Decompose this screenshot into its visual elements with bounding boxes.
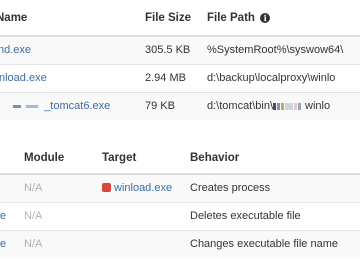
behavior-cell: Deletes executable file bbox=[190, 210, 301, 222]
column-header-file-path-label: File Path bbox=[207, 11, 255, 24]
file-path-cell: d:\backup\localproxy\winlo bbox=[207, 72, 336, 84]
file-size-cell: 2.94 MB bbox=[145, 72, 186, 84]
target-cell: winload.exe bbox=[102, 174, 190, 202]
column-header-target[interactable]: Target bbox=[102, 142, 190, 175]
module-cell: N/A bbox=[24, 182, 43, 195]
file-path-cell: d:\tomcat\bin\ winlo bbox=[207, 92, 360, 120]
file-name-link[interactable]: nd.exe bbox=[0, 44, 31, 56]
table-row: e N/A Changes executable file name bbox=[0, 230, 360, 258]
files-table: Name File Size File Path i nd.exe 305.5 … bbox=[0, 0, 360, 120]
redacted-mark bbox=[277, 102, 281, 110]
column-header-name[interactable]: Name bbox=[0, 0, 145, 37]
actor-link[interactable]: e bbox=[0, 238, 6, 250]
red-square-icon bbox=[102, 183, 111, 193]
table-row: e N/A Deletes executable file bbox=[0, 202, 360, 230]
file-size-cell: 79 KB bbox=[145, 100, 175, 113]
behavior-cell: Creates process bbox=[190, 182, 271, 195]
actor-cell: e bbox=[0, 230, 24, 258]
redacted-mark bbox=[281, 102, 285, 110]
file-name-link[interactable]: nload.exe bbox=[0, 72, 47, 84]
behavior-table: Module Target Behavior N/A winload.exe C… bbox=[0, 142, 360, 258]
target-cell bbox=[102, 230, 190, 258]
column-header-module[interactable]: Module bbox=[24, 142, 102, 175]
column-header-target-label: Target bbox=[102, 151, 137, 164]
target-cell bbox=[102, 202, 190, 230]
actor-link[interactable]: e bbox=[0, 210, 6, 222]
column-header-behavior-label: Behavior bbox=[190, 151, 240, 164]
file-path-text: d:\tomcat\bin\ bbox=[207, 100, 274, 113]
file-path-cell: %SystemRoot%\syswow64\ bbox=[207, 44, 344, 57]
redacted-mark bbox=[294, 102, 298, 110]
info-icon[interactable]: i bbox=[260, 12, 271, 23]
column-header-behavior[interactable]: Behavior bbox=[190, 142, 360, 175]
table-row: nload.exe 2.94 MB d:\backup\localproxy\w… bbox=[0, 64, 360, 92]
column-header-actor bbox=[0, 142, 24, 175]
redacted-mark bbox=[26, 104, 39, 108]
column-header-file-path[interactable]: File Path i bbox=[207, 0, 360, 37]
behavior-table-header: Module Target Behavior bbox=[0, 142, 360, 175]
file-name-link[interactable]: _tomcat6.exe bbox=[44, 100, 110, 112]
file-name-cell: _tomcat6.exe bbox=[0, 92, 145, 120]
module-cell: N/A bbox=[24, 210, 43, 222]
table-row: N/A winload.exe Creates process bbox=[0, 174, 360, 202]
redacted-mark bbox=[298, 102, 302, 110]
file-name-cell: nd.exe bbox=[0, 36, 145, 64]
column-header-name-label: Name bbox=[0, 11, 28, 24]
redacted-mark bbox=[285, 102, 294, 110]
column-header-file-size-label: File Size bbox=[145, 11, 192, 24]
files-table-header: Name File Size File Path i bbox=[0, 0, 360, 37]
module-cell: N/A bbox=[24, 238, 43, 251]
file-name-cell: nload.exe bbox=[0, 64, 145, 92]
column-header-file-size[interactable]: File Size bbox=[145, 0, 207, 37]
file-path-tail: winlo bbox=[305, 100, 331, 113]
file-size-cell: 305.5 KB bbox=[145, 44, 191, 57]
table-row: nd.exe 305.5 KB %SystemRoot%\syswow64\ bbox=[0, 36, 360, 64]
behavior-cell: Changes executable file name bbox=[190, 238, 338, 251]
redacted-mark bbox=[273, 102, 277, 110]
actor-cell: e bbox=[0, 202, 24, 230]
target-link[interactable]: winload.exe bbox=[114, 182, 172, 194]
actor-cell bbox=[0, 174, 24, 202]
table-row: _tomcat6.exe 79 KB d:\tomcat\bin\ winlo bbox=[0, 92, 360, 120]
column-header-module-label: Module bbox=[24, 151, 65, 164]
redacted-mark bbox=[13, 104, 22, 108]
